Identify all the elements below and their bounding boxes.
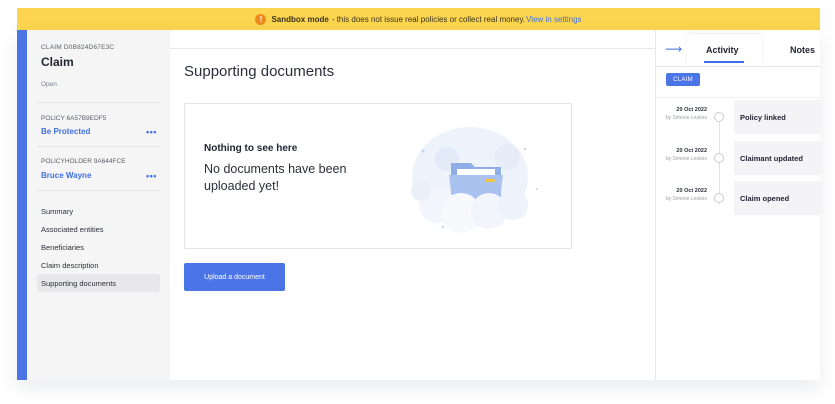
nav-item-claim-description[interactable]: Claim description (37, 256, 160, 274)
claim-id: CLAIM D0B824D67E3C (41, 44, 115, 51)
main-content: Supporting documents Nothing to see here… (170, 30, 655, 380)
policy-link[interactable]: Be Protected (41, 127, 90, 136)
timeline-dot-icon (714, 153, 724, 163)
activity-event: 20 Oct 2022 by Simone Leukes Policy link… (656, 100, 821, 134)
event-author: by Simone Leukes (665, 156, 707, 162)
app-window: CLAIM D0B824D67E3C Claim Open POLICY 6A5… (17, 30, 821, 380)
empty-folder-illustration-icon (411, 127, 538, 233)
upload-document-button[interactable]: Upload a document (184, 263, 285, 291)
activity-event: 20 Oct 2022 by Simone Leukes Claimant up… (656, 141, 821, 175)
empty-state-heading: Nothing to see here (204, 143, 298, 154)
divider (656, 66, 821, 67)
event-author: by Simone Leukes (665, 196, 707, 202)
policy-more-icon[interactable]: ••• (146, 127, 157, 137)
policy-label: POLICY 6A57B9EDF5 (41, 115, 107, 122)
claim-status: Open (41, 81, 57, 88)
filter-chip-claim[interactable]: CLAIM (666, 73, 700, 86)
event-title: Claimant updated (734, 141, 821, 175)
empty-state-card: Nothing to see here No documents have be… (184, 103, 572, 249)
nav-item-supporting-documents[interactable]: Supporting documents (37, 274, 160, 292)
header-divider (170, 48, 655, 49)
nav-item-beneficiaries[interactable]: Beneficiaries (37, 238, 160, 256)
event-date: 20 Oct 2022 (676, 188, 707, 194)
page-title: Supporting documents (184, 63, 335, 80)
divider (37, 190, 160, 191)
event-title: Policy linked (734, 100, 821, 134)
divider (37, 146, 160, 147)
empty-state-message: No documents have been uploaded yet! (204, 162, 347, 193)
activity-event: 20 Oct 2022 by Simone Leukes Claim opene… (656, 181, 821, 215)
view-in-settings-link[interactable]: View in settings (526, 15, 581, 24)
divider (656, 97, 821, 98)
claim-nav: Summary Associated entities Beneficiarie… (37, 202, 160, 292)
active-tab-indicator (704, 61, 744, 63)
timeline-dot-icon (714, 193, 724, 203)
activity-panel: ⟶ Activity Notes CLAIM 20 Oct 2022 by Si… (655, 30, 821, 380)
policyholder-link[interactable]: Bruce Wayne (41, 171, 91, 180)
divider (37, 102, 160, 103)
event-title: Claim opened (734, 181, 821, 215)
event-date: 20 Oct 2022 (676, 107, 707, 113)
arrow-right-icon[interactable]: ⟶ (665, 42, 682, 56)
warning-icon: ! (255, 13, 267, 25)
sandbox-banner: ! Sandbox mode - this does not issue rea… (17, 8, 820, 30)
nav-item-associated-entities[interactable]: Associated entities (37, 220, 160, 238)
timeline-dot-icon (714, 112, 724, 122)
sandbox-mode-label: Sandbox mode (271, 14, 329, 24)
tab-activity-label[interactable]: Activity (706, 45, 739, 55)
sandbox-message: - this does not issue real policies or c… (331, 14, 526, 24)
tab-notes[interactable]: Notes (790, 45, 815, 55)
claim-sidebar: CLAIM D0B824D67E3C Claim Open POLICY 6A5… (27, 30, 170, 380)
nav-item-summary[interactable]: Summary (37, 202, 160, 220)
left-rail (17, 30, 27, 380)
policyholder-more-icon[interactable]: ••• (146, 171, 157, 181)
event-author: by Simone Leukes (665, 115, 707, 121)
policyholder-label: POLICYHOLDER 9A644FCE (41, 158, 126, 165)
claim-title: Claim (41, 55, 74, 69)
event-date: 20 Oct 2022 (676, 148, 707, 154)
